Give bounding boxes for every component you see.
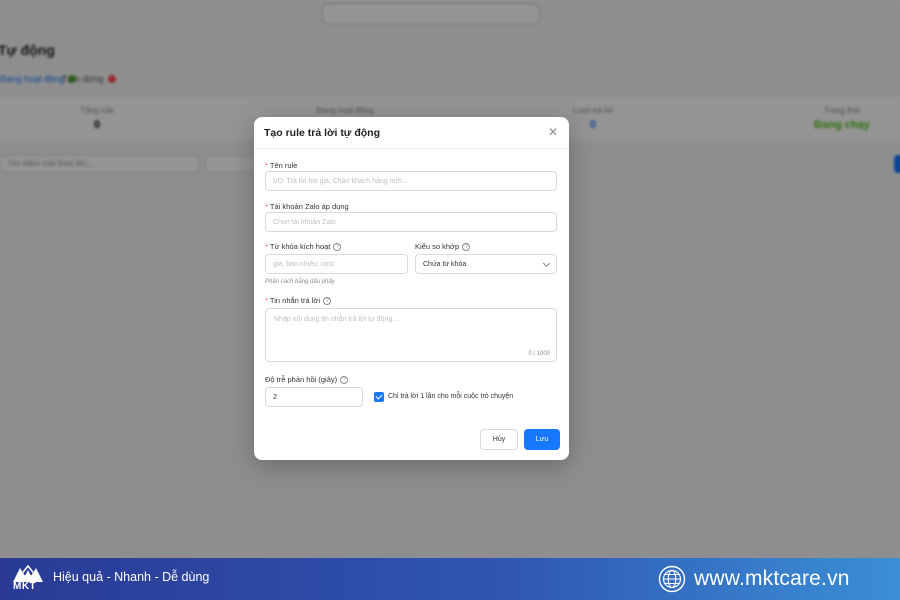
help-icon[interactable]: ?	[462, 242, 471, 251]
required-mark: *	[265, 242, 268, 251]
help-icon[interactable]: ?	[340, 375, 349, 384]
footer-banner: MKT Hiệu quả - Nhanh - Dễ dùng www.mktca…	[0, 558, 900, 600]
char-counter: 0 / 1000	[528, 351, 550, 357]
rule-name-label: * Tên rule	[265, 161, 298, 170]
cancel-button[interactable]: Hủy	[480, 429, 518, 450]
rule-name-input[interactable]: VD: Trả lời hỏi giá, Chào khách hàng mới…	[265, 171, 557, 191]
reply-message-textarea[interactable]: Nhập nội dung tin nhắn trả lời tự động..…	[265, 308, 557, 362]
once-per-conversation-checkbox[interactable]	[374, 392, 384, 402]
website-url[interactable]: www.mktcare.vn	[694, 567, 850, 591]
slogan: Hiệu quả - Nhanh - Dễ dùng	[53, 570, 210, 584]
chevron-down-icon	[542, 259, 551, 268]
required-mark: *	[265, 202, 268, 211]
close-icon[interactable]: ✕	[547, 125, 559, 139]
keywords-hint: Phân cách bằng dấu phẩy	[265, 279, 335, 285]
required-mark: *	[265, 161, 268, 170]
match-type-label: Kiểu so khớp ?	[415, 242, 471, 251]
help-icon[interactable]: ?	[323, 296, 332, 305]
help-icon[interactable]: ?	[333, 242, 342, 251]
keywords-label: * Từ khóa kích hoạt ?	[265, 242, 342, 251]
reply-message-label: * Tin nhắn trả lời ?	[265, 296, 332, 305]
delay-label: Độ trễ phản hồi (giây) ?	[265, 375, 349, 384]
globe-icon	[658, 565, 686, 593]
once-per-conversation-label[interactable]: Chỉ trả lời 1 lần cho mỗi cuộc trò chuyệ…	[388, 393, 513, 400]
zalo-account-label: * Tài khoản Zalo áp dụng	[265, 202, 349, 211]
delay-input[interactable]: 2	[265, 387, 363, 407]
modal-header: Tạo rule trả lời tự động ✕	[254, 117, 569, 149]
create-rule-modal: Tạo rule trả lời tự động ✕ * Tên rule VD…	[254, 117, 569, 460]
required-mark: *	[265, 296, 268, 305]
zalo-account-select[interactable]: Chọn tài khoản Zalo	[265, 212, 557, 232]
keywords-input[interactable]: giá, bao nhiêu, cost	[265, 254, 408, 274]
match-type-select[interactable]: Chứa từ khóa	[415, 254, 557, 274]
save-button[interactable]: Lưu	[524, 429, 560, 450]
modal-title: Tạo rule trả lời tự động	[264, 127, 380, 139]
logo-text: MKT	[13, 581, 37, 592]
